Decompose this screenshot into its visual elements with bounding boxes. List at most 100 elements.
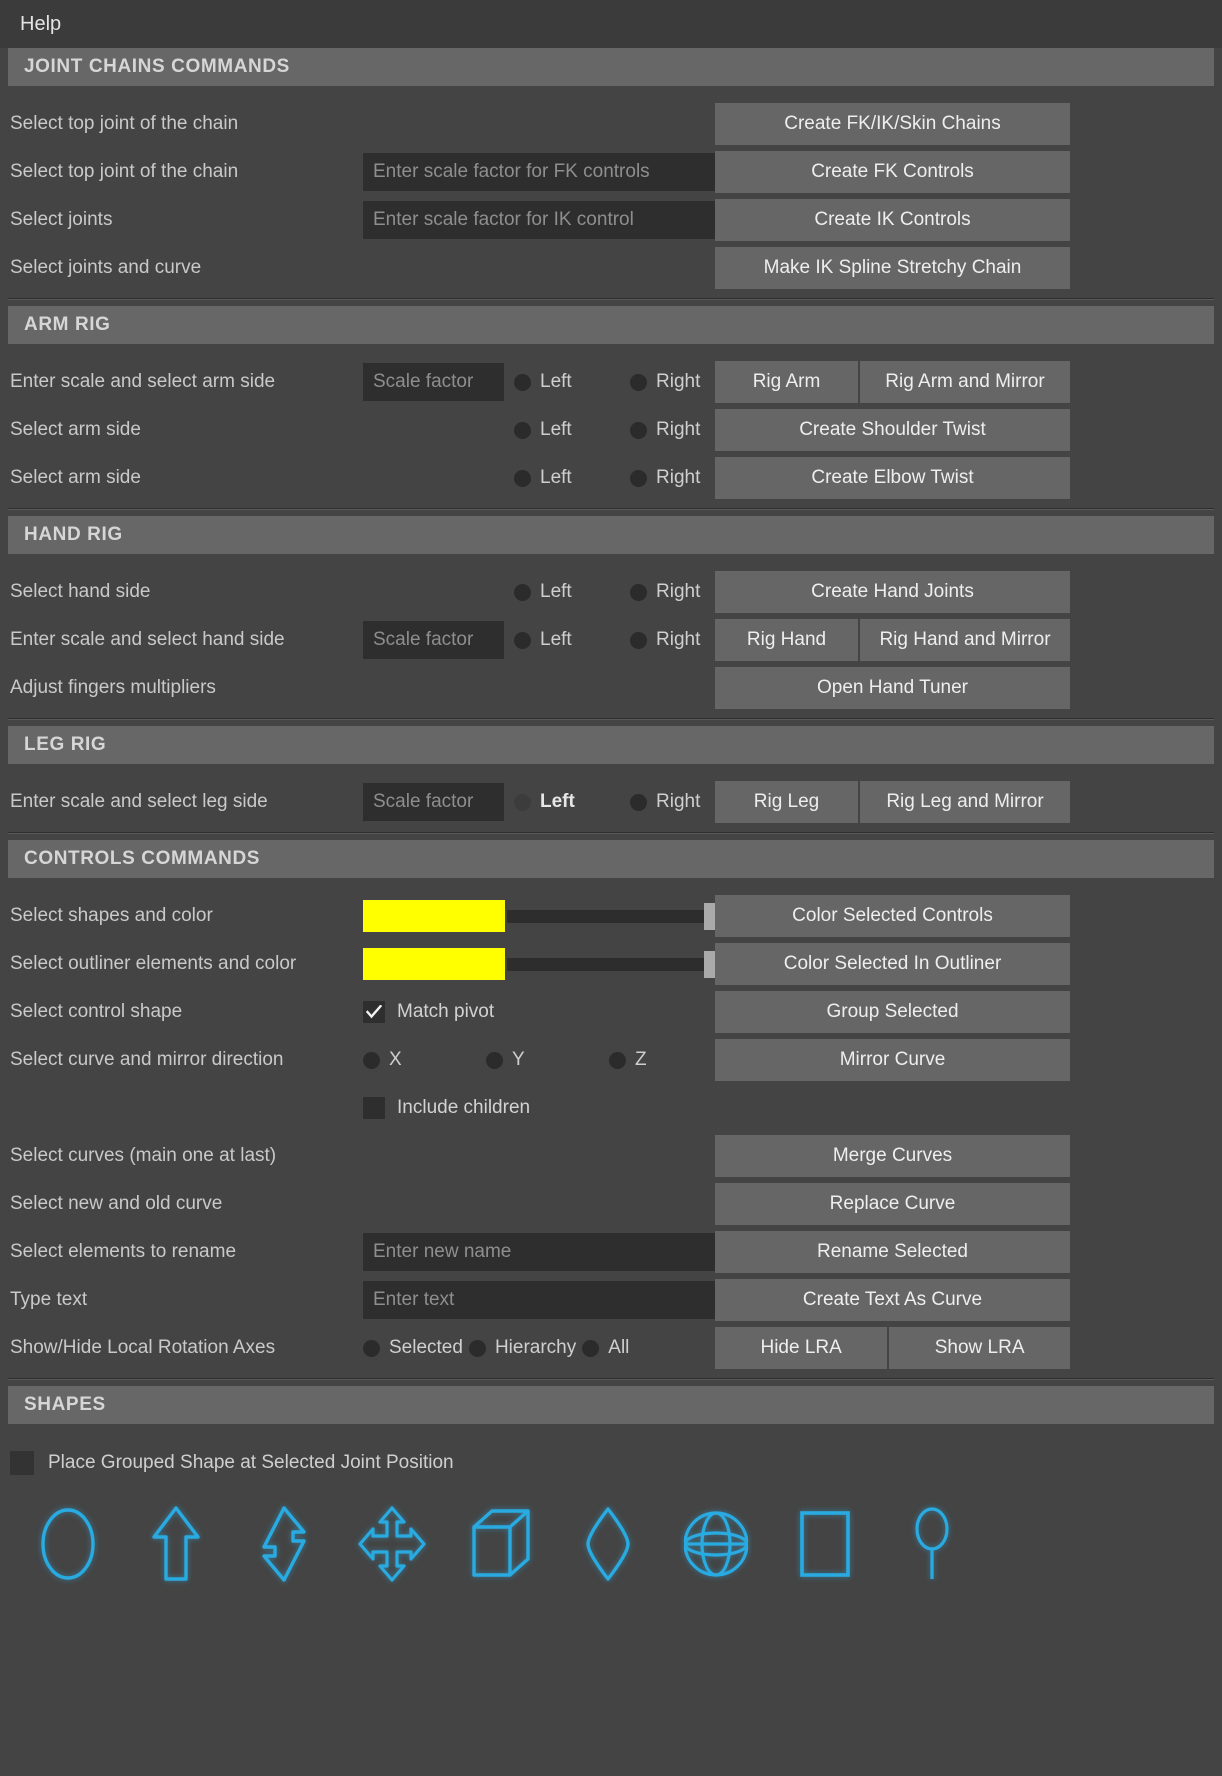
open-hand-tuner-button[interactable]: Open Hand Tuner	[715, 667, 1070, 709]
merge-curves-button[interactable]: Merge Curves	[715, 1135, 1070, 1177]
rename-selected-button[interactable]: Rename Selected	[715, 1231, 1070, 1273]
hand-scale-factor-input[interactable]	[363, 621, 504, 659]
sphere-shape-icon[interactable]	[662, 1496, 770, 1592]
square-shape-icon[interactable]	[770, 1496, 878, 1592]
arrow-up-shape-icon[interactable]	[122, 1496, 230, 1592]
shape-icon-strip	[0, 1490, 1222, 1592]
row-label: Select top joint of the chain	[10, 161, 239, 182]
rigging-tool-window: Help JOINT CHAINS COMMANDS Select top jo…	[0, 0, 1222, 1776]
row-local-rotation-axes: Show/Hide Local Rotation Axes Selected H…	[0, 1324, 1222, 1372]
row-buttons: Hide LRA Show LRA	[715, 1324, 1071, 1372]
row-label: Select joints	[10, 209, 113, 230]
include-children-checkbox[interactable]: Include children	[363, 1097, 530, 1119]
radio-lra-selected[interactable]: Selected	[363, 1337, 463, 1359]
row-buttons: Create Shoulder Twist	[715, 406, 1070, 454]
radio-arm-right[interactable]: Right	[630, 371, 700, 393]
make-ik-spline-stretchy-chain-button[interactable]: Make IK Spline Stretchy Chain	[715, 247, 1070, 289]
shapes-color-thumb[interactable]	[704, 902, 715, 930]
ik-scale-factor-input[interactable]	[363, 201, 715, 239]
row-label: Select control shape	[10, 1001, 183, 1022]
row-color-selected-in-outliner: Select outliner elements and color Color…	[0, 940, 1222, 988]
arm-scale-factor-input[interactable]	[363, 363, 504, 401]
outliner-color-track[interactable]	[507, 950, 715, 978]
divider	[8, 718, 1214, 720]
radio-label: Left	[540, 371, 572, 392]
shapes-color-swatch[interactable]	[363, 900, 505, 932]
radio-hand-left[interactable]: Left	[514, 581, 624, 603]
row-make-ik-spline-stretchy-chain: Select joints and curve Make IK Spline S…	[0, 244, 1222, 292]
rig-hand-side-radio-group: Left Right	[504, 616, 706, 664]
color-selected-controls-button[interactable]: Color Selected Controls	[715, 895, 1070, 937]
mirror-curve-button[interactable]: Mirror Curve	[715, 1039, 1070, 1081]
radio-shoulder-left[interactable]: Left	[514, 419, 624, 441]
new-name-input[interactable]	[363, 1233, 715, 1271]
shapes-color-slider[interactable]	[363, 892, 715, 940]
place-grouped-shape-checkbox[interactable]	[10, 1451, 34, 1475]
row-buttons: Merge Curves	[715, 1132, 1070, 1180]
text-input[interactable]	[363, 1281, 715, 1319]
radio-elbow-left[interactable]: Left	[514, 467, 624, 489]
circle-shape-icon[interactable]	[14, 1496, 122, 1592]
create-ik-controls-button[interactable]: Create IK Controls	[715, 199, 1070, 241]
outliner-color-swatch[interactable]	[363, 948, 505, 980]
rig-arm-button[interactable]: Rig Arm	[715, 361, 858, 403]
radio-mirror-x[interactable]: X	[363, 1049, 480, 1071]
radio-arm-left[interactable]: Left	[514, 371, 624, 393]
create-shoulder-twist-button[interactable]: Create Shoulder Twist	[715, 409, 1070, 451]
radio-leg-right[interactable]: Right	[630, 791, 700, 813]
shapes-color-track[interactable]	[507, 902, 715, 930]
outliner-color-slider[interactable]	[363, 940, 715, 988]
pin-shape-icon[interactable]	[878, 1496, 986, 1592]
rig-arm-and-mirror-button[interactable]: Rig Arm and Mirror	[860, 361, 1070, 403]
radio-rig-hand-right[interactable]: Right	[630, 629, 700, 651]
create-hand-joints-button[interactable]: Create Hand Joints	[715, 571, 1070, 613]
radio-label: Right	[656, 791, 701, 812]
radio-leg-left[interactable]: Left	[514, 791, 624, 813]
double-arrow-shape-icon[interactable]	[230, 1496, 338, 1592]
rig-leg-and-mirror-button[interactable]: Rig Leg and Mirror	[860, 781, 1070, 823]
radio-mirror-y[interactable]: Y	[486, 1049, 603, 1071]
row-mid: Selected Hierarchy All	[363, 1324, 715, 1372]
color-selected-in-outliner-button[interactable]: Color Selected In Outliner	[715, 943, 1070, 985]
outliner-color-thumb[interactable]	[704, 950, 715, 978]
menu-item-help[interactable]: Help	[14, 10, 67, 39]
row-mid	[363, 196, 715, 244]
rig-hand-and-mirror-button[interactable]: Rig Hand and Mirror	[860, 619, 1070, 661]
row-buttons: Create Text As Curve	[715, 1276, 1070, 1324]
rig-leg-button[interactable]: Rig Leg	[715, 781, 858, 823]
section-header-joint-chains: JOINT CHAINS COMMANDS	[8, 48, 1214, 86]
fk-scale-factor-input[interactable]	[363, 153, 715, 191]
radio-elbow-right[interactable]: Right	[630, 467, 700, 489]
radio-shoulder-right[interactable]: Right	[630, 419, 700, 441]
group-selected-button[interactable]: Group Selected	[715, 991, 1070, 1033]
radio-label: X	[389, 1049, 402, 1070]
radio-rig-hand-left[interactable]: Left	[514, 629, 624, 651]
create-elbow-twist-button[interactable]: Create Elbow Twist	[715, 457, 1070, 499]
rig-hand-button[interactable]: Rig Hand	[715, 619, 858, 661]
hide-lra-button[interactable]: Hide LRA	[715, 1327, 888, 1369]
create-text-as-curve-button[interactable]: Create Text As Curve	[715, 1279, 1070, 1321]
leg-scale-factor-input[interactable]	[363, 783, 504, 821]
radio-lra-all[interactable]: All	[582, 1337, 629, 1359]
radio-hand-right[interactable]: Right	[630, 581, 700, 603]
create-fk-ik-skin-chains-button[interactable]: Create FK/IK/Skin Chains	[715, 103, 1070, 145]
radio-label: Right	[656, 371, 701, 392]
cube-shape-icon[interactable]	[446, 1496, 554, 1592]
diamond-shape-icon[interactable]	[554, 1496, 662, 1592]
radio-mirror-z[interactable]: Z	[609, 1049, 647, 1071]
show-lra-button[interactable]: Show LRA	[889, 1327, 1071, 1369]
row-buttons: Color Selected Controls	[715, 892, 1070, 940]
row-create-shoulder-twist: Select arm side Left Right Create Should…	[0, 406, 1222, 454]
create-fk-controls-button[interactable]: Create FK Controls	[715, 151, 1070, 193]
radio-dot	[630, 421, 647, 439]
four-way-arrow-shape-icon[interactable]	[338, 1496, 446, 1592]
section-header-controls-commands: CONTROLS COMMANDS	[8, 840, 1214, 878]
radio-lra-hierarchy[interactable]: Hierarchy	[468, 1337, 576, 1359]
replace-curve-button[interactable]: Replace Curve	[715, 1183, 1070, 1225]
match-pivot-checkbox[interactable]: Match pivot	[363, 1001, 494, 1023]
place-grouped-shape-label: Place Grouped Shape at Selected Joint Po…	[48, 1452, 454, 1473]
row-mid	[363, 148, 715, 196]
